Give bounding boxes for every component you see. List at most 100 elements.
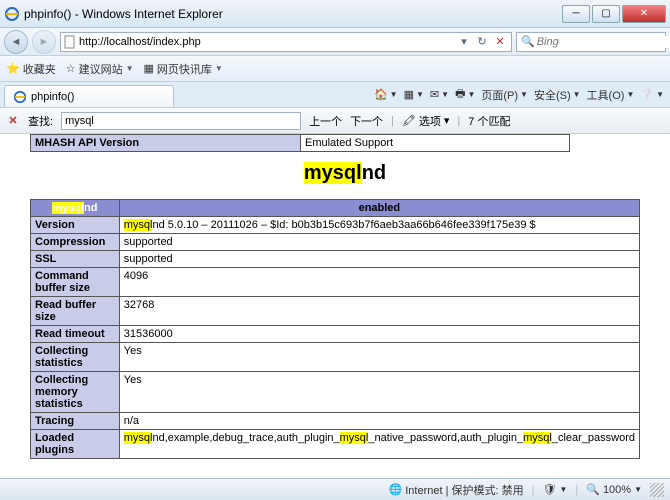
close-button[interactable]: ✕ bbox=[622, 5, 666, 23]
find-label: 查找: bbox=[28, 113, 53, 129]
address-bar[interactable]: ▾ ↻ ✕ bbox=[60, 32, 512, 52]
help-button[interactable]: ❔▼ bbox=[640, 88, 664, 101]
minimize-button[interactable]: ─ bbox=[562, 5, 590, 23]
nav-toolbar: ◄ ► ▾ ↻ ✕ 🔍 bbox=[0, 28, 670, 56]
stop-icon[interactable]: ✕ bbox=[491, 33, 509, 51]
page-menu[interactable]: 页面(P)▼ bbox=[481, 87, 528, 103]
directive-name: Compression bbox=[31, 234, 120, 251]
table-header-module: mysqlnd bbox=[31, 200, 120, 217]
table-row: SSLsupported bbox=[31, 251, 640, 268]
protected-mode-toggle[interactable]: 🛡▼ bbox=[542, 483, 567, 496]
directive-value: 4096 bbox=[119, 268, 639, 297]
forward-button[interactable]: ► bbox=[32, 30, 56, 54]
back-button[interactable]: ◄ bbox=[4, 30, 28, 54]
directive-name: Read timeout bbox=[31, 326, 120, 343]
web-slice[interactable]: ▦网页快讯库▼ bbox=[144, 61, 223, 77]
chevron-down-icon: ▼ bbox=[215, 64, 223, 73]
globe-icon: 🌐 bbox=[389, 483, 403, 496]
phpinfo-content: MHASH API Version Emulated Support mysql… bbox=[0, 134, 670, 469]
find-match-count: 7 个匹配 bbox=[468, 113, 510, 129]
directive-value: Yes bbox=[119, 343, 639, 372]
resize-grip[interactable] bbox=[650, 483, 664, 497]
find-next-button[interactable]: 下一个 bbox=[350, 113, 383, 129]
directive-name: Read buffer size bbox=[31, 297, 120, 326]
feed-icon: ▦ bbox=[404, 88, 414, 101]
tab-strip: phpinfo() 🏠▼ ▦▼ ✉▼ 🖶▼ 页面(P)▼ 安全(S)▼ 工具(O… bbox=[0, 82, 670, 108]
find-close-button[interactable]: ✕ bbox=[6, 114, 20, 128]
window-titlebar: phpinfo() - Windows Internet Explorer ─ … bbox=[0, 0, 670, 28]
directive-value: n/a bbox=[119, 413, 639, 430]
safety-menu[interactable]: 安全(S)▼ bbox=[534, 87, 581, 103]
mhash-value: Emulated Support bbox=[301, 135, 570, 152]
mhash-table: MHASH API Version Emulated Support bbox=[30, 134, 660, 152]
table-row: Read timeout31536000 bbox=[31, 326, 640, 343]
tab-label: phpinfo() bbox=[31, 91, 74, 103]
table-row: Loaded pluginsmysqlnd,example,debug_trac… bbox=[31, 430, 640, 459]
directive-name: Tracing bbox=[31, 413, 120, 430]
refresh-icon[interactable]: ↻ bbox=[473, 33, 491, 51]
zoom-icon: 🔍 bbox=[586, 483, 600, 496]
table-row: Command buffer size4096 bbox=[31, 268, 640, 297]
search-input[interactable] bbox=[537, 36, 670, 48]
highlight-icon: 🖍 bbox=[402, 114, 416, 127]
chevron-down-icon: ▼ bbox=[559, 485, 567, 494]
table-row: Compressionsupported bbox=[31, 234, 640, 251]
suggested-sites[interactable]: ☆建议网站▼ bbox=[66, 61, 134, 77]
table-row: Tracingn/a bbox=[31, 413, 640, 430]
find-options-button[interactable]: 🖍选项▾ bbox=[402, 113, 450, 129]
tools-menu[interactable]: 工具(O)▼ bbox=[587, 87, 635, 103]
command-bar: 🏠▼ ▦▼ ✉▼ 🖶▼ 页面(P)▼ 安全(S)▼ 工具(O)▼ ❔▼ bbox=[374, 85, 664, 104]
table-row: Collecting statisticsYes bbox=[31, 343, 640, 372]
directive-value: Yes bbox=[119, 372, 639, 413]
directive-name: SSL bbox=[31, 251, 120, 268]
mail-button[interactable]: ✉▼ bbox=[430, 88, 449, 101]
ie-icon bbox=[13, 90, 27, 104]
address-dropdown-icon[interactable]: ▾ bbox=[455, 33, 473, 51]
window-title: phpinfo() - Windows Internet Explorer bbox=[24, 7, 562, 21]
chevron-down-icon: ▼ bbox=[126, 64, 134, 73]
table-row: Read buffer size32768 bbox=[31, 297, 640, 326]
directive-name: Command buffer size bbox=[31, 268, 120, 297]
directive-name: Loaded plugins bbox=[31, 430, 120, 459]
mhash-label: MHASH API Version bbox=[31, 135, 301, 152]
find-input[interactable] bbox=[61, 112, 301, 130]
security-zone[interactable]: 🌐Internet | 保护模式: 禁用 bbox=[389, 482, 524, 498]
zoom-control[interactable]: 🔍100%▼ bbox=[586, 483, 642, 496]
table-row: Versionmysqlnd 5.0.10 – 20111026 – $Id: … bbox=[31, 217, 640, 234]
section-heading-mysqlnd: mysqlnd bbox=[30, 162, 660, 185]
favorites-bar: ⭐收藏夹 ☆建议网站▼ ▦网页快讯库▼ bbox=[0, 56, 670, 82]
tab-phpinfo[interactable]: phpinfo() bbox=[4, 85, 174, 107]
star-small-icon: ☆ bbox=[66, 62, 76, 75]
print-button[interactable]: 🖶▼ bbox=[455, 85, 475, 104]
window-buttons: ─ ▢ ✕ bbox=[562, 5, 666, 23]
find-bar: ✕ 查找: 上一个 下一个 | 🖍选项▾ | 7 个匹配 bbox=[0, 108, 670, 134]
mysqlnd-table: mysqlnd enabled Versionmysqlnd 5.0.10 – … bbox=[30, 199, 640, 459]
find-prev-button[interactable]: 上一个 bbox=[309, 113, 342, 129]
page-viewport[interactable]: MHASH API Version Emulated Support mysql… bbox=[0, 134, 670, 478]
directive-name: Collecting statistics bbox=[31, 343, 120, 372]
table-header-enabled: enabled bbox=[119, 200, 639, 217]
printer-icon: 🖶 bbox=[455, 85, 465, 104]
star-icon: ⭐ bbox=[6, 62, 20, 75]
directive-value: 31536000 bbox=[119, 326, 639, 343]
status-bar: 🌐Internet | 保护模式: 禁用 | 🛡▼ | 🔍100%▼ bbox=[0, 478, 670, 500]
search-box[interactable]: 🔍 bbox=[516, 32, 666, 52]
ie-icon bbox=[4, 6, 20, 22]
search-icon: 🔍 bbox=[521, 35, 535, 48]
directive-value: supported bbox=[119, 251, 639, 268]
feeds-button[interactable]: ▦▼ bbox=[404, 88, 424, 101]
page-icon bbox=[63, 35, 77, 49]
directive-name: Collecting memory statistics bbox=[31, 372, 120, 413]
maximize-button[interactable]: ▢ bbox=[592, 5, 620, 23]
directive-value: mysqlnd,example,debug_trace,auth_plugin_… bbox=[119, 430, 639, 459]
directive-value: supported bbox=[119, 234, 639, 251]
home-button[interactable]: 🏠▼ bbox=[374, 88, 398, 101]
shield-off-icon: 🛡 bbox=[542, 483, 556, 496]
mail-icon: ✉ bbox=[430, 88, 439, 101]
address-input[interactable] bbox=[79, 36, 455, 48]
chevron-down-icon: ▼ bbox=[634, 485, 642, 494]
directive-value: 32768 bbox=[119, 297, 639, 326]
favorites-button[interactable]: ⭐收藏夹 bbox=[6, 61, 56, 77]
directive-name: Version bbox=[31, 217, 120, 234]
home-icon: 🏠 bbox=[374, 88, 388, 101]
